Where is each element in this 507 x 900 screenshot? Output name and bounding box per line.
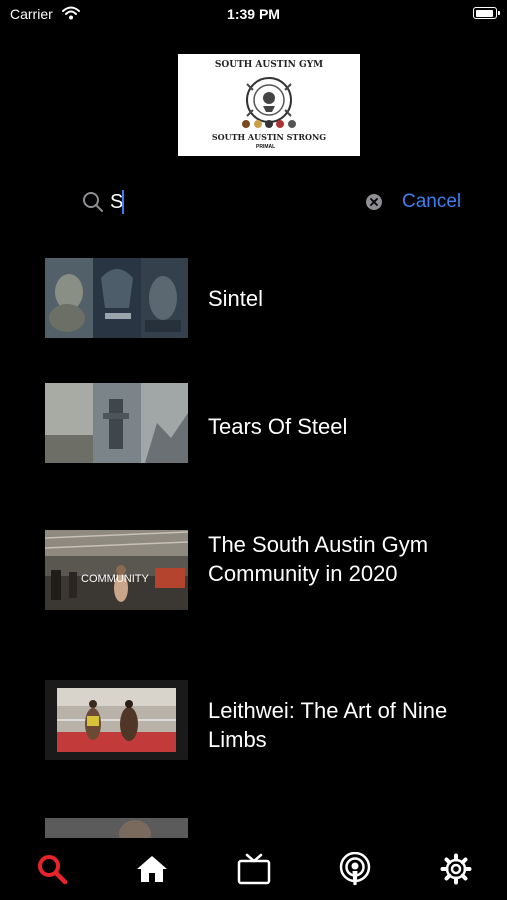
text-caret [122,190,124,214]
video-thumbnail [45,383,188,463]
search-icon [82,191,104,218]
tab-podcasts[interactable] [335,852,375,886]
tab-settings[interactable] [436,852,476,886]
status-time: 1:39 PM [227,6,280,22]
logo-emblem-icon [178,74,360,130]
thumbnail-caption: COMMUNITY [81,573,149,585]
cancel-button[interactable]: Cancel [402,191,461,213]
clear-search-icon[interactable] [365,193,383,216]
tab-tv[interactable] [234,852,274,886]
list-item[interactable]: COMMUNITY The South Austin Gym Community… [0,530,507,620]
tab-home[interactable] [132,852,172,886]
podcast-icon [339,852,371,885]
tv-icon [237,853,271,885]
video-thumbnail [45,680,188,760]
video-title: Leithwei: The Art of Nine Limbs [208,698,448,752]
video-title: Tears Of Steel [208,414,348,439]
video-thumbnail [45,258,188,338]
logo-brand-text: PRIMAL [256,144,276,150]
tab-search[interactable] [32,852,72,886]
search-icon [38,855,68,885]
logo-top-text: SOUTH AUSTIN GYM [214,60,324,70]
list-item[interactable]: Leithwei: The Art of Nine Limbs [0,680,507,760]
tab-bar [0,838,507,900]
gear-icon [440,853,472,885]
logo-bottom-text: SOUTH AUSTIN STRONG [211,132,327,142]
status-bar: Carrier 1:39 PM [0,0,507,30]
video-thumbnail: COMMUNITY [45,530,188,610]
search-input[interactable] [110,188,350,216]
video-title: The South Austin Gym Community in 2020 [208,532,429,586]
list-item[interactable]: Sintel [0,258,507,338]
home-icon [137,856,167,882]
video-title: Sintel [208,286,264,311]
search-bar: Cancel [0,184,507,220]
battery-icon [473,7,500,19]
gym-logo: SOUTH AUSTIN GYM SOUTH AUSTIN STRONG PRI… [178,54,360,156]
list-item[interactable]: Tears Of Steel [0,383,507,463]
